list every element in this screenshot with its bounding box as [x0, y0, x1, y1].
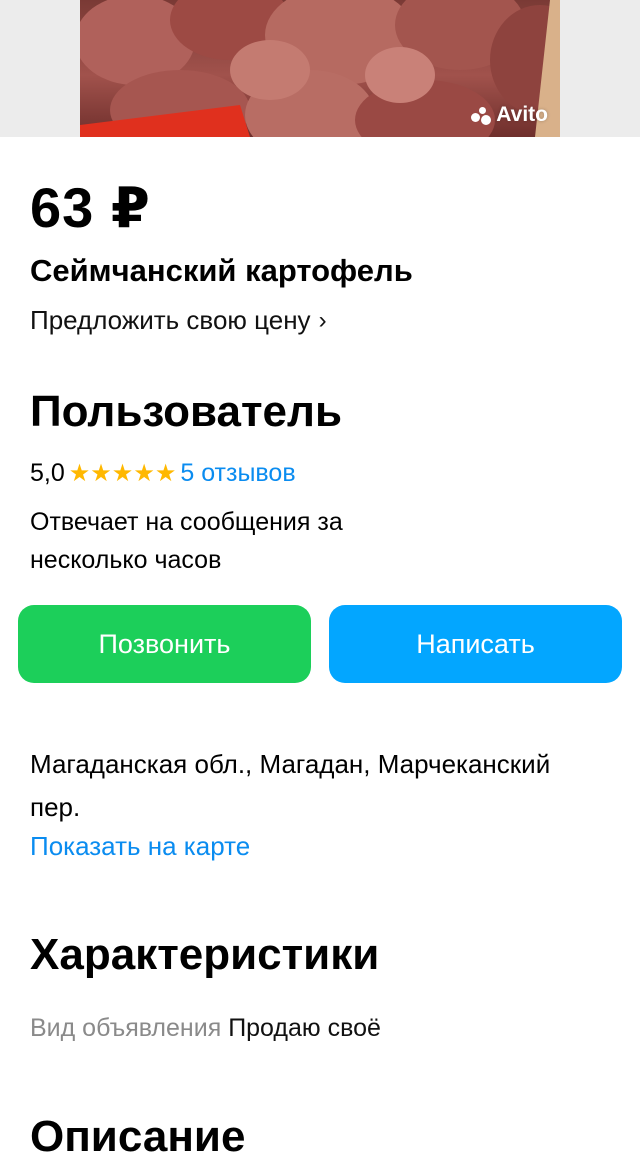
listing-photo[interactable]: Avito — [80, 0, 560, 137]
rating-value: 5,0 — [30, 459, 65, 487]
spec-value: Продаю своё — [228, 1014, 381, 1042]
specs-heading: Характеристики — [30, 930, 380, 979]
seller-rating: 5,0 ★★★★★ 5 отзывов — [30, 459, 296, 488]
listing-title: Сеймчанский картофель — [30, 253, 413, 288]
avito-watermark-text: Avito — [496, 103, 548, 126]
offer-price-label: Предложить свою цену — [30, 305, 311, 335]
call-button[interactable]: Позвонить — [18, 605, 311, 683]
spec-key: Вид объявления — [30, 1014, 229, 1042]
reply-time: Отвечает на сообщения за несколько часов — [30, 508, 343, 574]
seller-name[interactable]: Пользователь — [30, 387, 342, 437]
avito-logo-icon — [471, 105, 493, 125]
reviews-link[interactable]: 5 отзывов — [180, 459, 295, 488]
show-on-map-link[interactable]: Показать на карте — [30, 831, 250, 862]
write-button[interactable]: Написать — [329, 605, 622, 683]
avito-watermark: Avito — [471, 103, 548, 127]
address: Магаданская обл., Магадан, Марчеканский … — [30, 749, 551, 822]
description-heading: Описание — [30, 1112, 246, 1161]
chevron-right-icon: › — [318, 306, 327, 334]
rating-stars-icon: ★★★★★ — [68, 460, 177, 487]
offer-price-link[interactable]: Предложить свою цену › — [30, 305, 327, 336]
spec-row: Вид объявления Продаю своё — [30, 1014, 381, 1043]
price: 63 ₽ — [30, 176, 151, 239]
photo-gallery[interactable]: Avito — [0, 0, 640, 137]
